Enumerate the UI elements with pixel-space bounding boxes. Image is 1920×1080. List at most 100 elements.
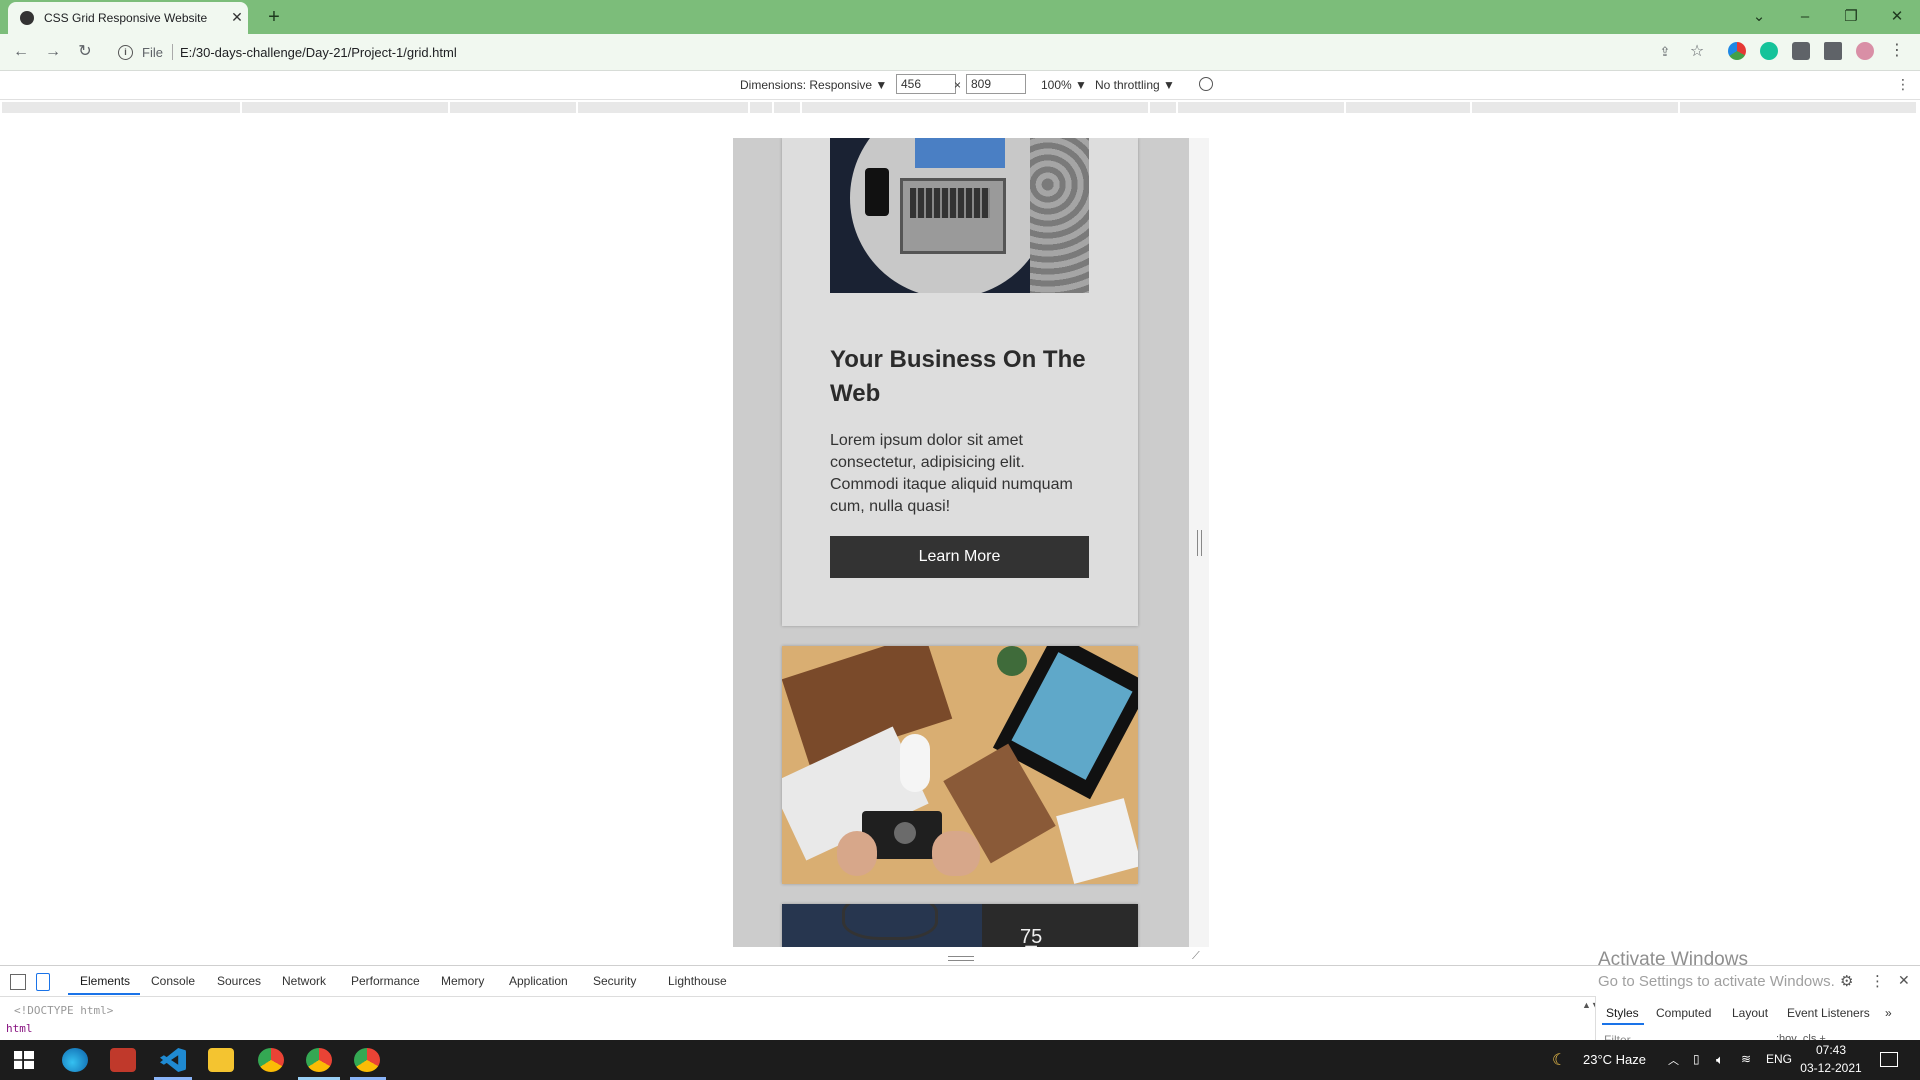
restore-icon[interactable]: ❐ bbox=[1836, 5, 1866, 29]
color-extension-icon[interactable] bbox=[1728, 42, 1746, 60]
inspect-icon[interactable] bbox=[10, 974, 26, 990]
extensions-icon[interactable] bbox=[1792, 42, 1810, 60]
device-toolbar: Dimensions: Responsive ▼ 456 × 809 100% … bbox=[0, 71, 1920, 100]
globe-icon bbox=[20, 11, 34, 25]
learn-more-button[interactable]: Learn More bbox=[830, 536, 1089, 578]
activate-windows-title: Activate Windows bbox=[1598, 949, 1748, 970]
volume-icon[interactable]: 🔈︎ bbox=[1716, 1052, 1724, 1068]
battery-icon[interactable]: ▯ bbox=[1693, 1052, 1700, 1066]
tab-sources[interactable]: Sources bbox=[217, 974, 261, 988]
address-bar[interactable]: i File E:/30-days-challenge/Day-21/Proje… bbox=[110, 39, 1735, 65]
devtools-panel: Elements Console Sources Network Perform… bbox=[0, 949, 1920, 1047]
tab-layout[interactable]: Layout bbox=[1732, 1006, 1768, 1020]
close-devtools-icon[interactable]: ✕ bbox=[1898, 972, 1910, 989]
profile-avatar[interactable] bbox=[1856, 42, 1874, 60]
tab-console[interactable]: Console bbox=[151, 974, 195, 988]
address-toolbar: ← → ↻ i File E:/30-days-challenge/Day-21… bbox=[0, 34, 1920, 71]
media-query-segment[interactable] bbox=[774, 102, 802, 113]
reading-list-icon[interactable] bbox=[1824, 42, 1842, 60]
weather-text[interactable]: 23°C Haze bbox=[1583, 1052, 1646, 1067]
browser-menu-icon[interactable]: ⋮ bbox=[1888, 42, 1906, 60]
back-icon[interactable]: ← bbox=[10, 42, 32, 62]
settings-icon[interactable]: ⚙ bbox=[1840, 972, 1853, 990]
media-query-segment[interactable] bbox=[750, 102, 774, 113]
resize-corner-icon[interactable]: ⟋ bbox=[1192, 950, 1204, 962]
media-query-segment[interactable] bbox=[242, 102, 450, 113]
resize-handle-vertical[interactable] bbox=[948, 956, 974, 961]
media-query-segment[interactable] bbox=[578, 102, 750, 113]
minimize-icon[interactable]: – bbox=[1790, 5, 1820, 29]
media-query-segment[interactable] bbox=[1178, 102, 1346, 113]
notifications-icon[interactable] bbox=[1880, 1052, 1898, 1067]
tab-computed[interactable]: Computed bbox=[1656, 1006, 1711, 1020]
reload-icon[interactable]: ↻ bbox=[74, 42, 96, 62]
media-query-bar bbox=[0, 100, 1920, 116]
throttling-dropdown[interactable]: No throttling ▼ bbox=[1095, 78, 1175, 92]
chrome-dev-icon[interactable] bbox=[306, 1048, 332, 1072]
share-icon[interactable]: ⇪ bbox=[1654, 42, 1676, 62]
clock-digits: 7̲5 bbox=[1020, 926, 1043, 947]
devtools-menu-icon[interactable]: ⋮ bbox=[1870, 972, 1885, 990]
media-query-segment[interactable] bbox=[1346, 102, 1472, 113]
clock-time[interactable]: 07:43 bbox=[1803, 1043, 1859, 1057]
wifi-icon[interactable]: ≋ bbox=[1741, 1052, 1751, 1066]
url-text[interactable]: E:/30-days-challenge/Day-21/Project-1/gr… bbox=[180, 45, 457, 60]
close-window-icon[interactable]: ✕ bbox=[1882, 5, 1912, 29]
tab-network[interactable]: Network bbox=[282, 974, 326, 988]
breadcrumb-html[interactable]: html bbox=[6, 1022, 33, 1035]
weather-icon[interactable]: ☾ bbox=[1552, 1050, 1566, 1070]
media-query-segment[interactable] bbox=[450, 102, 578, 113]
tab-title: CSS Grid Responsive Website bbox=[44, 11, 208, 25]
forward-icon[interactable]: → bbox=[42, 42, 64, 62]
close-tab-icon[interactable]: ✕ bbox=[228, 8, 246, 26]
desk-photo bbox=[782, 646, 1138, 884]
tab-application[interactable]: Application bbox=[509, 974, 568, 988]
tab-memory[interactable]: Memory bbox=[441, 974, 484, 988]
responsive-viewport[interactable]: Your Business On The Web Lorem ipsum dol… bbox=[733, 138, 1189, 947]
chrome-icon[interactable] bbox=[258, 1048, 284, 1072]
star-icon[interactable]: ☆ bbox=[1686, 42, 1708, 62]
info-icon[interactable]: i bbox=[118, 45, 133, 60]
tab-performance[interactable]: Performance bbox=[351, 974, 420, 988]
device-toggle-icon[interactable] bbox=[36, 973, 50, 991]
width-input[interactable]: 456 bbox=[896, 74, 956, 94]
resize-handle-horizontal[interactable] bbox=[1197, 530, 1202, 556]
edge-icon[interactable] bbox=[62, 1048, 88, 1072]
doctype-node[interactable]: <!DOCTYPE html> bbox=[14, 1004, 113, 1017]
grammarly-icon[interactable] bbox=[1760, 42, 1778, 60]
more-tabs-icon[interactable]: » bbox=[1885, 1006, 1892, 1020]
height-input[interactable]: 809 bbox=[966, 74, 1026, 94]
media-query-segment[interactable] bbox=[2, 102, 242, 113]
chrome-profile-icon[interactable] bbox=[354, 1048, 380, 1072]
vscode-icon[interactable] bbox=[160, 1048, 186, 1072]
browser-tab[interactable]: CSS Grid Responsive Website ✕ bbox=[8, 2, 248, 34]
windows-taskbar: ☾ 23°C Haze ︿ ▯ 🔈︎ ≋ ENG 07:43 03-12-202… bbox=[0, 1040, 1920, 1080]
image-card bbox=[782, 646, 1138, 884]
zoom-dropdown[interactable]: 100% ▼ bbox=[1041, 78, 1087, 92]
media-query-segment[interactable] bbox=[1150, 102, 1178, 113]
media-query-segment[interactable] bbox=[1472, 102, 1680, 113]
file-explorer-icon[interactable] bbox=[208, 1048, 234, 1072]
clock-date[interactable]: 03-12-2021 bbox=[1800, 1061, 1862, 1075]
rotate-icon[interactable] bbox=[1199, 77, 1213, 91]
active-tab-indicator bbox=[1602, 1023, 1644, 1025]
language-indicator[interactable]: ENG bbox=[1766, 1052, 1792, 1066]
dimension-separator: × bbox=[954, 78, 962, 92]
card-title: Your Business On The Web bbox=[830, 346, 1086, 407]
tab-lighthouse[interactable]: Lighthouse bbox=[668, 974, 727, 988]
tab-event-listeners[interactable]: Event Listeners bbox=[1787, 1006, 1870, 1020]
chevron-down-icon[interactable]: ⌄ bbox=[1744, 5, 1774, 29]
divider bbox=[172, 44, 173, 60]
show-hidden-icons[interactable]: ︿ bbox=[1668, 1052, 1679, 1068]
card-text: Lorem ipsum dolor sit amet consectetur, … bbox=[830, 432, 1073, 515]
new-tab-button[interactable]: + bbox=[262, 6, 286, 28]
more-options-icon[interactable]: ⋮ bbox=[1896, 76, 1910, 93]
tab-styles[interactable]: Styles bbox=[1606, 1006, 1639, 1020]
app-icon[interactable] bbox=[110, 1048, 136, 1072]
tab-elements[interactable]: Elements bbox=[80, 974, 130, 988]
tab-security[interactable]: Security bbox=[593, 974, 636, 988]
dimensions-dropdown[interactable]: Dimensions: Responsive ▼ bbox=[740, 78, 887, 92]
activate-windows-subtitle: Go to Settings to activate Windows. bbox=[1598, 973, 1835, 990]
media-query-segment[interactable] bbox=[802, 102, 1150, 113]
media-query-segment[interactable] bbox=[1680, 102, 1918, 113]
